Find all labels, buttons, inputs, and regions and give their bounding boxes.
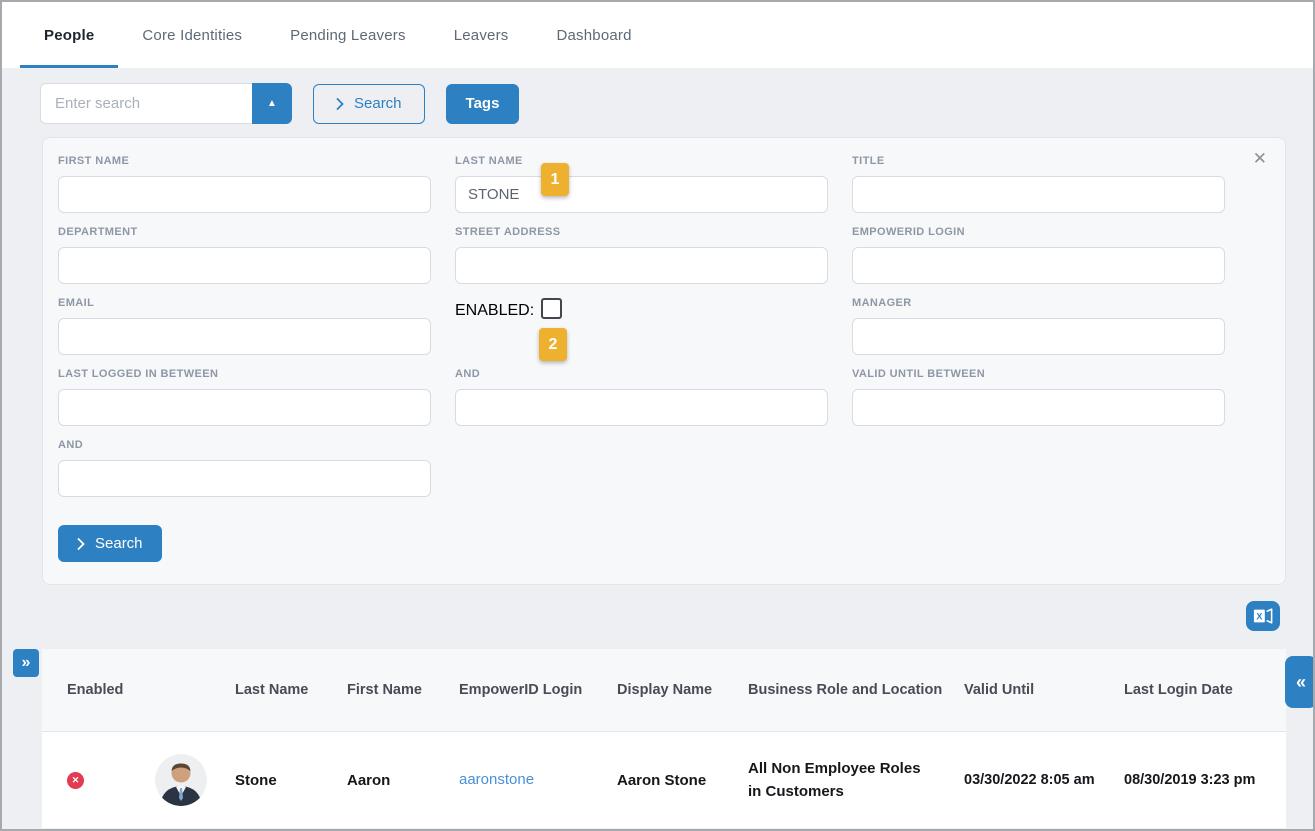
empowerid-login-input[interactable] — [852, 247, 1225, 284]
expand-panel-button[interactable]: » — [13, 649, 39, 677]
col-header-display-name[interactable]: Display Name — [617, 682, 748, 698]
manager-input[interactable] — [852, 318, 1225, 355]
enabled-label: ENABLED: — [455, 302, 534, 320]
empowerid-login-link[interactable]: aaronstone — [459, 771, 534, 788]
last-login-date-cell: 08/30/2019 3:23 pm — [1124, 772, 1261, 788]
empowerid-people-screen: People Core Identities Pending Leavers L… — [0, 0, 1315, 831]
quick-search-input[interactable] — [40, 83, 252, 124]
street-address-label: STREET ADDRESS — [455, 226, 828, 238]
excel-icon: X — [1252, 606, 1274, 626]
department-field: DEPARTMENT — [58, 226, 431, 284]
col-header-last-name[interactable]: Last Name — [235, 682, 347, 698]
advanced-search-submit-button[interactable]: Search — [58, 525, 162, 562]
manager-field: MANAGER — [852, 297, 1225, 355]
tab-bar: People Core Identities Pending Leavers L… — [2, 2, 1313, 68]
display-name-cell: Aaron Stone — [617, 772, 748, 789]
valid-until-between-input[interactable] — [852, 389, 1225, 426]
and-first-label: AND — [455, 368, 828, 380]
disabled-status-icon: ✕ — [67, 772, 84, 789]
annotation-badge-2: 2 — [539, 328, 567, 361]
tab-label: Dashboard — [556, 27, 631, 44]
manager-label: MANAGER — [852, 297, 1225, 309]
enabled-status-cell: ✕ — [67, 772, 155, 789]
email-field: EMAIL — [58, 297, 431, 355]
last-name-field: LAST NAME — [455, 155, 828, 213]
triangle-up-icon: ▲ — [267, 98, 277, 109]
first-name-cell: Aaron — [347, 772, 459, 789]
last-logged-in-between-label: LAST LOGGED IN BETWEEN — [58, 368, 431, 380]
table-header-row: Enabled Last Name First Name EmpowerID L… — [42, 649, 1286, 731]
search-toolbar: ▲ Search Tags — [40, 83, 1313, 124]
chevron-right-icon — [77, 538, 85, 550]
col-header-empowerid-login[interactable]: EmpowerID Login — [459, 682, 617, 698]
tags-button[interactable]: Tags — [446, 84, 520, 124]
collapse-panel-button[interactable]: « — [1285, 656, 1315, 708]
tab-leavers[interactable]: Leavers — [430, 2, 533, 68]
close-icon[interactable]: ✕ — [1253, 150, 1267, 167]
tab-label: Leavers — [454, 27, 509, 44]
department-label: DEPARTMENT — [58, 226, 431, 238]
last-logged-in-between-field: LAST LOGGED IN BETWEEN — [58, 368, 431, 426]
and-first-input[interactable] — [455, 389, 828, 426]
filter-fields-grid: FIRST NAME LAST NAME TITLE DEPARTMENT ST… — [58, 155, 1225, 562]
col-header-first-name[interactable]: First Name — [347, 682, 459, 698]
search-button[interactable]: Search — [313, 84, 425, 124]
photo-cell — [155, 754, 235, 806]
and-second-field: AND — [58, 439, 431, 497]
title-field: TITLE — [852, 155, 1225, 213]
valid-until-between-label: VALID UNTIL BETWEEN — [852, 368, 1225, 380]
col-header-last-login-date[interactable]: Last Login Date — [1124, 682, 1261, 698]
first-name-field: FIRST NAME — [58, 155, 431, 213]
last-name-cell: Stone — [235, 772, 347, 789]
tab-pending-leavers[interactable]: Pending Leavers — [266, 2, 430, 68]
empowerid-login-cell: aaronstone — [459, 771, 617, 789]
street-address-field: STREET ADDRESS — [455, 226, 828, 284]
first-name-label: FIRST NAME — [58, 155, 431, 167]
avatar — [155, 754, 207, 806]
table-row[interactable]: ✕ — [42, 731, 1286, 828]
department-input[interactable] — [58, 247, 431, 284]
valid-until-between-field: VALID UNTIL BETWEEN — [852, 368, 1225, 426]
last-logged-in-between-input[interactable] — [58, 389, 431, 426]
street-address-input[interactable] — [455, 247, 828, 284]
and-second-input[interactable] — [58, 460, 431, 497]
empowerid-login-field: EMPOWERID LOGIN — [852, 226, 1225, 284]
and-second-label: AND — [58, 439, 431, 451]
last-name-label: LAST NAME — [455, 155, 828, 167]
quick-search-group: ▲ — [40, 83, 292, 124]
empowerid-login-label: EMPOWERID LOGIN — [852, 226, 1225, 238]
results-grid-section: » « Enabled Last Name First Name Empower… — [2, 649, 1313, 828]
tab-people[interactable]: People — [20, 2, 118, 68]
col-header-business-role[interactable]: Business Role and Location — [748, 682, 964, 698]
email-input[interactable] — [58, 318, 431, 355]
advanced-search-submit-label: Search — [95, 535, 143, 552]
col-header-valid-until[interactable]: Valid Until — [964, 682, 1124, 698]
enabled-field: ENABLED: — [455, 297, 828, 355]
business-role-cell: All Non Employee Roles in Customers — [748, 757, 964, 804]
tab-dashboard[interactable]: Dashboard — [532, 2, 655, 68]
valid-until-cell: 03/30/2022 8:05 am — [964, 772, 1124, 788]
tab-label: People — [44, 27, 94, 44]
tab-label: Core Identities — [142, 27, 242, 44]
email-label: EMAIL — [58, 297, 431, 309]
title-label: TITLE — [852, 155, 1225, 167]
search-dropdown-button[interactable]: ▲ — [252, 83, 292, 124]
col-header-enabled[interactable]: Enabled — [67, 682, 155, 698]
export-row: X — [2, 601, 1280, 631]
enabled-checkbox[interactable] — [541, 298, 562, 319]
first-name-input[interactable] — [58, 176, 431, 213]
last-name-input[interactable] — [455, 176, 828, 213]
excel-export-button[interactable]: X — [1246, 601, 1280, 631]
search-button-label: Search — [354, 95, 402, 112]
annotation-badge-1: 1 — [541, 163, 569, 196]
svg-text:X: X — [1256, 612, 1262, 622]
title-input[interactable] — [852, 176, 1225, 213]
chevron-right-icon — [336, 98, 344, 110]
tab-label: Pending Leavers — [290, 27, 406, 44]
advanced-search-panel: ✕ 1 2 FIRST NAME LAST NAME TITLE DEPARTM… — [42, 137, 1286, 585]
tab-core-identities[interactable]: Core Identities — [118, 2, 266, 68]
people-table: Enabled Last Name First Name EmpowerID L… — [42, 649, 1286, 828]
and-first-field: AND — [455, 368, 828, 426]
